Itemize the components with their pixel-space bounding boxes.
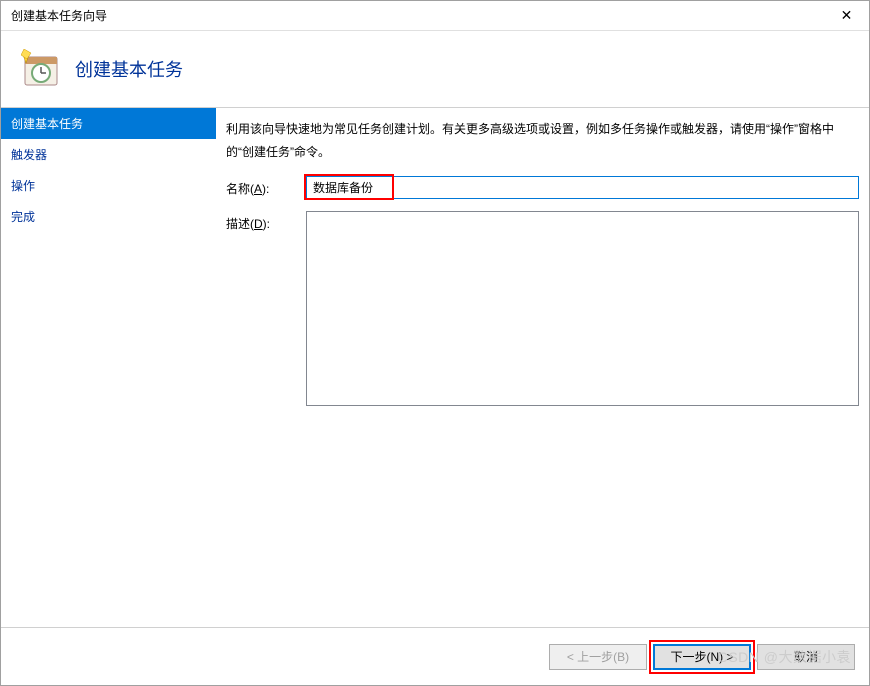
close-icon: ✕ <box>841 7 853 24</box>
sidebar-item-finish[interactable]: 完成 <box>1 201 216 232</box>
back-button: < 上一步(B) <box>549 644 647 670</box>
window-title: 创建基本任务向导 <box>11 7 107 24</box>
titlebar: 创建基本任务向导 ✕ <box>1 1 869 31</box>
name-label: 名称(A): <box>226 176 294 197</box>
description-textarea[interactable] <box>306 211 859 406</box>
sidebar-item-label: 操作 <box>11 179 35 193</box>
sidebar-item-label: 触发器 <box>11 148 47 162</box>
description-label: 描述(D): <box>226 211 294 232</box>
wizard-window: 创建基本任务向导 ✕ 创建基本任务 创建基本任务 触 <box>0 0 870 686</box>
name-row: 名称(A): <box>226 176 859 199</box>
sidebar: 创建基本任务 触发器 操作 完成 <box>1 108 216 627</box>
page-title: 创建基本任务 <box>75 56 183 82</box>
content-area: 创建基本任务 触发器 操作 完成 利用该向导快速地为常见任务创建计划。有关更多高… <box>1 108 869 627</box>
header: 创建基本任务 <box>1 31 869 107</box>
cancel-button[interactable]: 取消 <box>757 644 855 670</box>
footer: < 上一步(B) 下一步(N) > 取消 CSDN @大数据小袁 <box>1 627 869 685</box>
sidebar-item-label: 完成 <box>11 210 35 224</box>
sidebar-item-trigger[interactable]: 触发器 <box>1 139 216 170</box>
name-input[interactable] <box>306 176 859 199</box>
intro-text: 利用该向导快速地为常见任务创建计划。有关更多高级选项或设置，例如多任务操作或触发… <box>226 118 859 164</box>
sidebar-item-label: 创建基本任务 <box>11 117 83 131</box>
description-row: 描述(D): <box>226 211 859 406</box>
sidebar-item-action[interactable]: 操作 <box>1 170 216 201</box>
next-button[interactable]: 下一步(N) > <box>653 644 751 670</box>
clock-task-icon <box>21 49 61 89</box>
main-panel: 利用该向导快速地为常见任务创建计划。有关更多高级选项或设置，例如多任务操作或触发… <box>216 108 869 627</box>
close-button[interactable]: ✕ <box>824 1 869 31</box>
name-input-wrap <box>306 176 859 199</box>
sidebar-item-create-basic-task[interactable]: 创建基本任务 <box>1 108 216 139</box>
